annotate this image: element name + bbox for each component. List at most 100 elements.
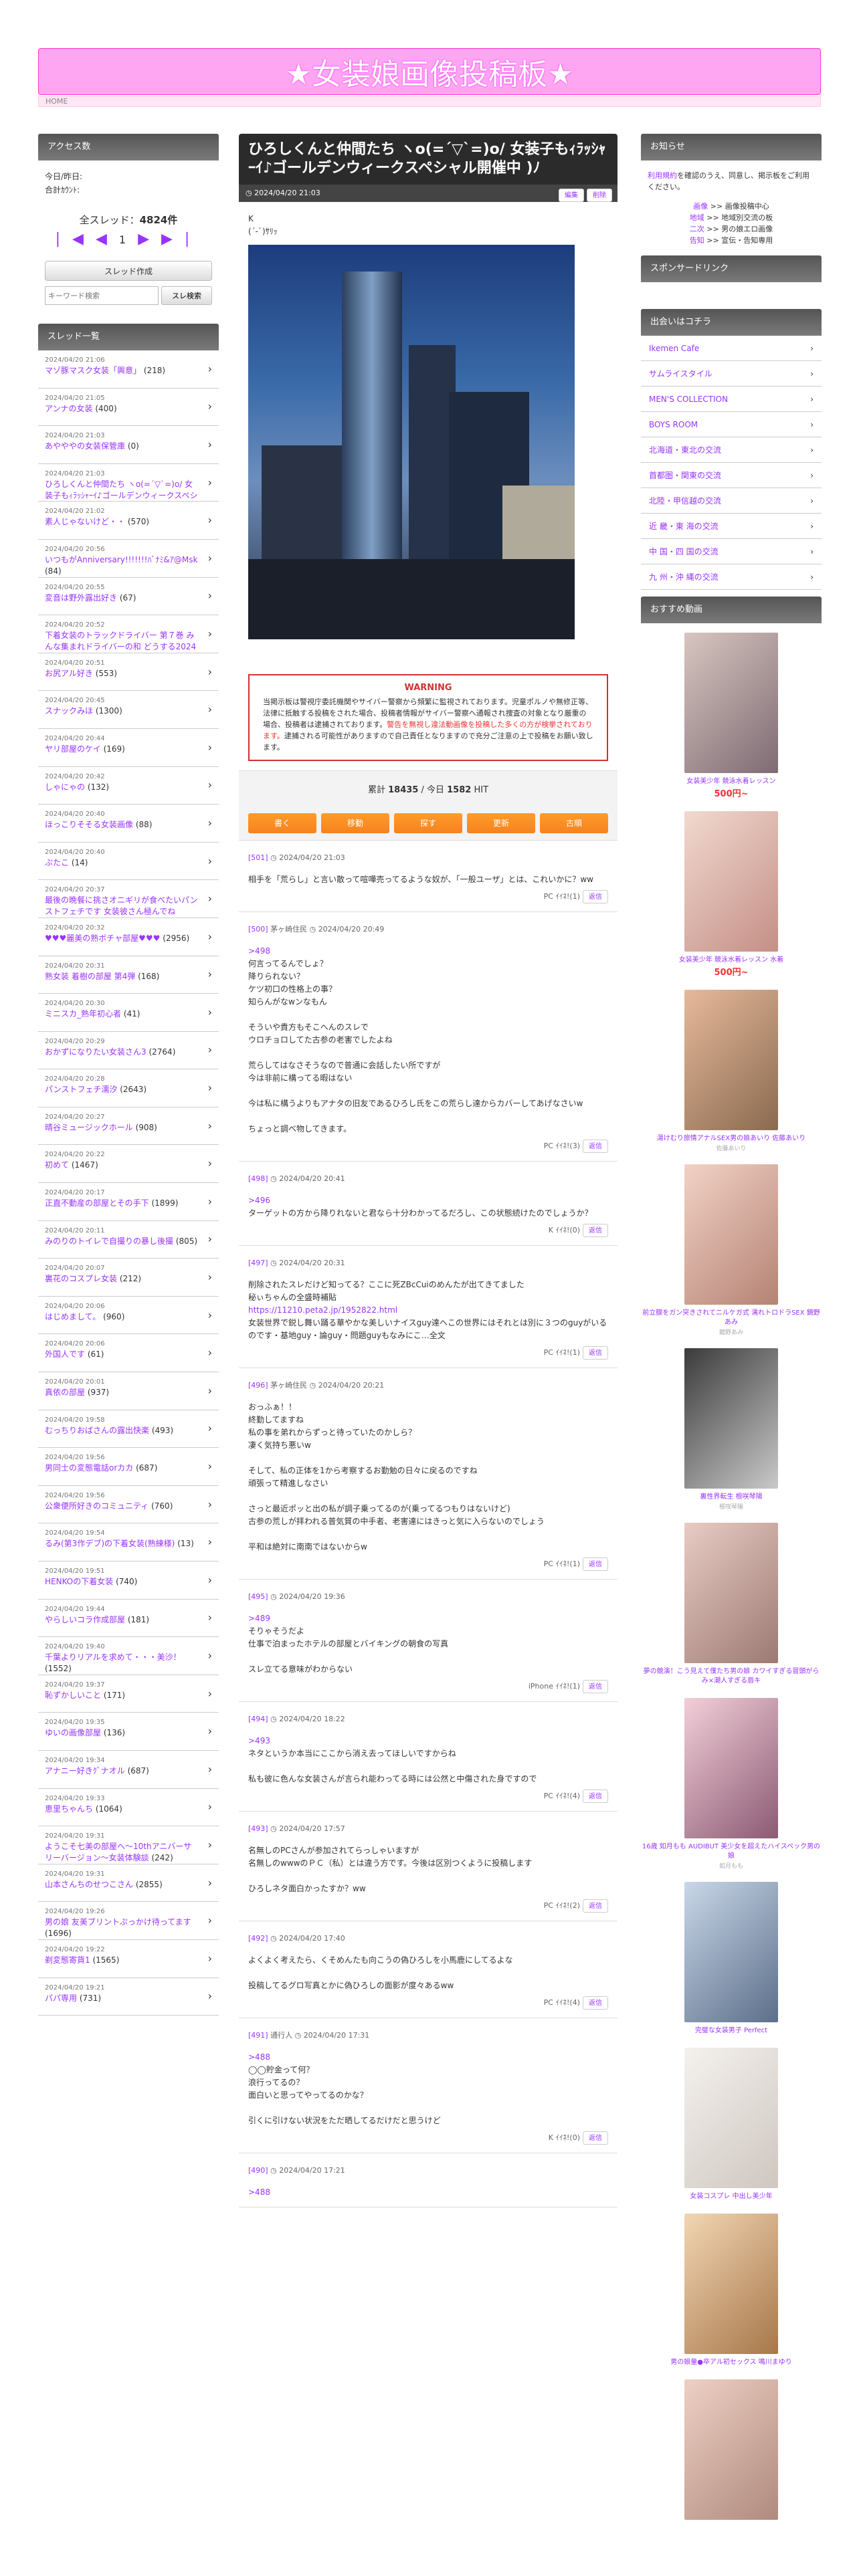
thread-action-button[interactable]: 書く: [248, 813, 316, 833]
video-item[interactable]: 完璧な女装男子 Perfect: [641, 1882, 822, 2036]
thread-list-item[interactable]: 2024/04/20 19:40 千葉よりリアルを求めて・・・美沙！ (1552)…: [38, 1637, 219, 1675]
reply-button[interactable]: 返信: [583, 1140, 608, 1153]
post-anchor-link[interactable]: >498: [248, 945, 608, 958]
video-title[interactable]: 女装美少年 競泳水着レッスン 水着: [641, 956, 822, 965]
thread-list-item[interactable]: 2024/04/20 20:31 熟女装 着樹の部屋 第4弾 (168) ›: [38, 956, 219, 994]
delete-button[interactable]: 削除: [587, 189, 612, 202]
meet-link[interactable]: 中 国・四 国の交流 ›: [641, 539, 822, 564]
thread-list-item[interactable]: 2024/04/20 20:40 ぷたこ (14) ›: [38, 842, 219, 881]
thread-list-item[interactable]: 2024/04/20 20:42 しゃにゃの (132) ›: [38, 766, 219, 805]
thread-list-item[interactable]: 2024/04/20 19:51 HENKOの下着女装 (740) ›: [38, 1562, 219, 1600]
thread-list-title[interactable]: 下着女装のトラックドライバー 第７巻 みんな集まれドライバーの和 どうする202…: [45, 630, 199, 653]
video-item[interactable]: 湯けむり旅情アナルSEX男の娘あいり 佐藤あいり 佐藤あいり: [641, 990, 822, 1152]
thread-list-item[interactable]: 2024/04/20 20:07 裏花のコスプレ女装 (212) ›: [38, 1259, 219, 1297]
thread-list-item[interactable]: 2024/04/20 19:26 男の娘 友美ブリントぷっかけ待ってます (169…: [38, 1902, 219, 1940]
thread-list-item[interactable]: 2024/04/20 20:01 真依の部屋 (937) ›: [38, 1372, 219, 1410]
thread-list-item[interactable]: 2024/04/20 20:55 変音は野外露出好き (67) ›: [38, 577, 219, 616]
thread-search-button[interactable]: スレ検索: [161, 286, 212, 305]
thread-list-item[interactable]: 2024/04/20 21:02 素人じゃないけど・・ (570) ›: [38, 502, 219, 540]
video-thumbnail[interactable]: [684, 1882, 778, 2022]
meet-link[interactable]: MEN'S COLLECTION ›: [641, 387, 822, 412]
thread-list-title[interactable]: パンストフェチ濡汐 (2643): [45, 1084, 199, 1095]
create-thread-button[interactable]: スレッド作成: [45, 261, 212, 281]
meet-link[interactable]: BOYS ROOM ›: [641, 412, 822, 437]
thread-list-item[interactable]: 2024/04/20 19:56 男同士の変態電話orカカ (687) ›: [38, 1448, 219, 1486]
video-title[interactable]: 女装美少年 競泳水着レッスン: [641, 777, 822, 786]
reply-button[interactable]: 返信: [583, 1790, 608, 1803]
thread-action-button[interactable]: 更新: [467, 813, 535, 833]
thread-list-title[interactable]: スナックみほ (1300): [45, 706, 199, 717]
thread-list-item[interactable]: 2024/04/20 19:22 剃変態寄貨1 (1565) ›: [38, 1939, 219, 1978]
notice-link[interactable]: 画像: [693, 202, 708, 211]
video-thumbnail[interactable]: [684, 1348, 778, 1489]
post-anchor-link[interactable]: >489: [248, 1612, 608, 1625]
thread-list-item[interactable]: 2024/04/20 20:06 外国人です (61) ›: [38, 1334, 219, 1373]
thread-action-button[interactable]: 古順: [540, 813, 608, 833]
like-button[interactable]: PC ｲｲﾈ!: [544, 1142, 570, 1150]
thread-list-title[interactable]: ほっこりそそる女装画像 (88): [45, 819, 199, 831]
thread-list-title[interactable]: 素人じゃないけど・・ (570): [45, 516, 199, 528]
thread-list-title[interactable]: 恥ずかしいこと (171): [45, 1690, 199, 1701]
thread-list-item[interactable]: 2024/04/20 19:33 恵里ちゃんち (1064) ›: [38, 1788, 219, 1827]
thread-list-item[interactable]: 2024/04/20 19:31 山本さんちのせつこさん (2855) ›: [38, 1864, 219, 1903]
thread-list-title[interactable]: 正直不動産の部屋とその手下 (1899): [45, 1198, 199, 1209]
video-thumbnail[interactable]: [684, 2048, 778, 2188]
thread-list-title[interactable]: るみ(第3作デブ)の下着女装(熟練様) (13): [45, 1538, 199, 1549]
thread-list-title[interactable]: しゃにゃの (132): [45, 782, 199, 793]
video-thumbnail[interactable]: [684, 811, 778, 952]
reply-button[interactable]: 返信: [583, 1346, 608, 1360]
like-button[interactable]: PC ｲｲﾈ!: [544, 892, 570, 901]
thread-list-title[interactable]: マゾ豚マスク女装「興意」 (218): [45, 365, 199, 377]
thread-list-item[interactable]: 2024/04/20 21:03 ひろしくんと仲間たち ヽo(=´▽`=)o/ 女…: [38, 463, 219, 502]
post-line[interactable]: https://11210.peta2.jp/1952822.html: [248, 1304, 608, 1317]
notice-link[interactable]: 告知: [690, 236, 704, 245]
post-number[interactable]: [498]: [248, 1174, 268, 1183]
first-page-icon[interactable]: |◀: [56, 231, 96, 247]
post-number[interactable]: [493]: [248, 1824, 268, 1833]
edit-button[interactable]: 編集: [559, 189, 584, 202]
video-title[interactable]: 湯けむり旅情アナルSEX男の娘あいり 佐藤あいり: [641, 1134, 822, 1144]
video-title[interactable]: 16歳 如月もも AUDIBUT 美少女を超えたハイスペック男の娘: [641, 1842, 822, 1861]
video-item[interactable]: 女装コスプレ 中出し美少年: [641, 2048, 822, 2202]
post-number[interactable]: [496]: [248, 1381, 268, 1390]
video-item[interactable]: 男の娘童●卒アル初セックス 鳴川まゆり: [641, 2214, 822, 2367]
meet-link[interactable]: Ikemen Cafe ›: [641, 336, 822, 361]
thread-list-title[interactable]: 晴谷ミュージックホール (908): [45, 1122, 199, 1134]
video-thumbnail[interactable]: [684, 1698, 778, 1838]
thread-list-title[interactable]: ようこそ七美の部屋へ〜10thアニバーサリーバージョン〜女装体験談 (242): [45, 1841, 199, 1864]
meet-link[interactable]: 近 畿・東 海の交流 ›: [641, 514, 822, 539]
video-thumbnail[interactable]: [684, 2214, 778, 2354]
thread-list-item[interactable]: 2024/04/20 20:32 ♥♥♥麗美の熟ボチャ部屋♥♥♥ (2956) ›: [38, 918, 219, 956]
thread-list-item[interactable]: 2024/04/20 20:44 ヤリ部屋のケイ (169) ›: [38, 728, 219, 767]
thread-list-item[interactable]: 2024/04/20 19:54 るみ(第3作デブ)の下着女装(熟練様) (13)…: [38, 1523, 219, 1562]
next-page-icon[interactable]: ▶: [138, 231, 161, 247]
thread-list-title[interactable]: ヤリ部屋のケイ (169): [45, 744, 199, 755]
video-title[interactable]: 前立腺をガン突きされてニルケガ式 濡れトロドラSEX 鏡野あみ: [641, 1309, 822, 1327]
thread-list-title[interactable]: 裏花のコスプレ女装 (212): [45, 1273, 199, 1285]
posted-photo[interactable]: [248, 245, 575, 639]
thread-list-item[interactable]: 2024/04/20 20:22 初めて (1467) ›: [38, 1145, 219, 1184]
thread-list-title[interactable]: ひろしくんと仲間たち ヽo(=´▽`=)o/ 女装子もｨﾗｯｼｬｰｲ♪ゴールデン…: [45, 479, 199, 502]
thread-list-item[interactable]: 2024/04/20 19:35 ゆいの画像部屋 (136) ›: [38, 1713, 219, 1751]
home-link[interactable]: HOME: [45, 97, 68, 106]
thread-list-item[interactable]: 2024/04/20 19:37 恥ずかしいこと (171) ›: [38, 1675, 219, 1713]
thread-list-item[interactable]: 2024/04/20 20:45 スナックみほ (1300) ›: [38, 691, 219, 729]
thread-list-title[interactable]: みのりのトイレで自撮りの暴し後撮 (805): [45, 1236, 199, 1247]
post-number[interactable]: [500]: [248, 925, 268, 934]
video-title[interactable]: 夢の競演！こう見えて僕たち男の娘 カワイすぎる冒頭がらみ×潮人すぎる唇キ: [641, 1667, 822, 1686]
thread-list-item[interactable]: 2024/04/20 20:27 晴谷ミュージックホール (908) ›: [38, 1107, 219, 1146]
thread-list-item[interactable]: 2024/04/20 20:40 ほっこりそそる女装画像 (88) ›: [38, 804, 219, 843]
thread-search-input[interactable]: [45, 286, 159, 305]
thread-list-title[interactable]: 熟女装 着樹の部屋 第4弾 (168): [45, 971, 199, 982]
video-item[interactable]: [641, 2379, 822, 2520]
thread-list-item[interactable]: 2024/04/20 20:17 正直不動産の部屋とその手下 (1899) ›: [38, 1183, 219, 1221]
thread-list-item[interactable]: 2024/04/20 19:21 パパ専用 (731) ›: [38, 1977, 219, 2016]
thread-list-title[interactable]: アナニー好きｸﾞナオル (687): [45, 1765, 199, 1777]
like-button[interactable]: PC ｲｲﾈ!: [544, 1998, 570, 2007]
thread-list-title[interactable]: ぷたこ (14): [45, 857, 199, 869]
video-item[interactable]: 16歳 如月もも AUDIBUT 美少女を超えたハイスペック男の娘 如月もも: [641, 1698, 822, 1870]
thread-list-title[interactable]: 剃変態寄貨1 (1565): [45, 1955, 199, 1966]
video-item[interactable]: 夢の競演！こう見えて僕たち男の娘 カワイすぎる冒頭がらみ×潮人すぎる唇キ: [641, 1523, 822, 1686]
post-number[interactable]: [501]: [248, 853, 268, 862]
thread-list-item[interactable]: 2024/04/20 20:30 ミニスカ_熟年初心者 (41) ›: [38, 994, 219, 1032]
